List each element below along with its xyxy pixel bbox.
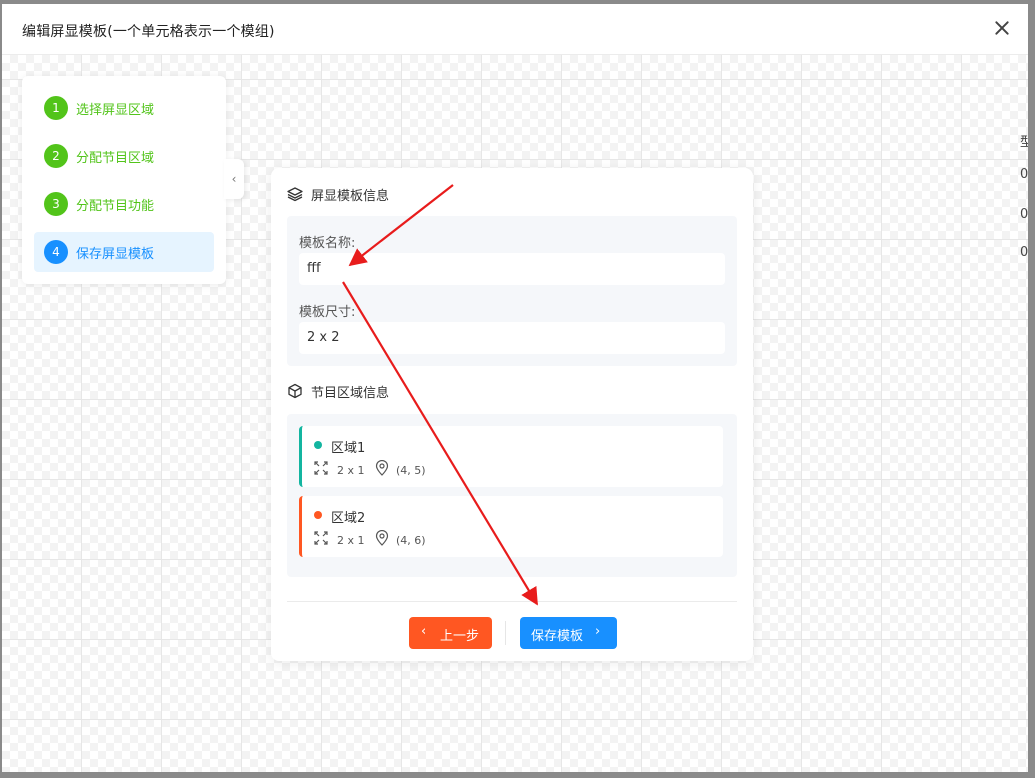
step-label: 分配节目区域	[76, 151, 155, 166]
edge-clipped-text: 0	[1020, 167, 1028, 182]
previous-step-button[interactable]: ‹ 上一步	[409, 617, 492, 649]
step-select-area[interactable]: 1 选择屏显区域	[34, 88, 214, 128]
collapse-steps-button[interactable]: ‹	[224, 159, 244, 199]
dialog-header: 编辑屏显模板(一个单元格表示一个模组)	[2, 4, 1028, 55]
section-title: 屏显模板信息	[311, 189, 390, 204]
edge-clipped-text: 0	[1020, 245, 1028, 260]
region-item: 区域2 2 x 1 (4, 6)	[299, 496, 723, 557]
dialog-title: 编辑屏显模板(一个单元格表示一个模组)	[22, 24, 275, 40]
cube-icon	[288, 383, 302, 399]
close-icon[interactable]	[992, 18, 1012, 38]
steps-panel: 1 选择屏显区域 2 分配节目区域 3 分配节目功能 4 保存屏显模板	[22, 76, 226, 284]
location-pin-icon	[375, 530, 389, 546]
region-position: (4, 6)	[396, 534, 426, 547]
region-list: 区域1 2 x 1 (4, 5) 区域2 2 x 1 (4, 6)	[287, 414, 737, 577]
region-size: 2 x 1	[337, 534, 365, 547]
template-name-label: 模板名称:	[299, 236, 356, 251]
location-pin-icon	[375, 460, 389, 476]
edge-clipped-text: 型	[1020, 135, 1028, 150]
template-size-field: 2 x 2	[299, 322, 725, 354]
step-number: 4	[44, 240, 68, 264]
step-assign-region[interactable]: 2 分配节目区域	[34, 136, 214, 176]
edge-clipped-text: 0	[1020, 207, 1028, 222]
chevron-left-icon: ‹	[231, 172, 237, 186]
step-label: 保存屏显模板	[76, 247, 155, 262]
region-size: 2 x 1	[337, 464, 365, 477]
step-assign-function[interactable]: 3 分配节目功能	[34, 184, 214, 224]
footer-divider	[287, 601, 737, 602]
edit-template-dialog: 编辑屏显模板(一个单元格表示一个模组) 型 0 0 0 1 选择屏显区域 2 分…	[2, 4, 1028, 772]
region-item: 区域1 2 x 1 (4, 5)	[299, 426, 723, 487]
template-size-label: 模板尺寸:	[299, 305, 356, 320]
button-separator	[505, 621, 506, 645]
step-label: 选择屏显区域	[76, 103, 155, 118]
step-label: 分配节目功能	[76, 199, 155, 214]
region-color-dot	[314, 511, 322, 519]
chevron-left-icon: ‹	[421, 624, 427, 639]
region-name: 区域2	[331, 511, 366, 526]
section-title: 节目区域信息	[311, 386, 390, 401]
region-color-dot	[314, 441, 322, 449]
region-name: 区域1	[331, 441, 366, 456]
layers-icon	[287, 187, 303, 202]
region-position: (4, 5)	[396, 464, 426, 477]
template-info-box: 模板名称: fff 模板尺寸: 2 x 2	[287, 216, 737, 366]
step-number: 1	[44, 96, 68, 120]
template-name-field: fff	[299, 253, 725, 285]
step-save-template[interactable]: 4 保存屏显模板	[34, 232, 214, 272]
button-label: 保存模板	[531, 629, 584, 644]
step-number: 3	[44, 192, 68, 216]
template-summary-card: 屏显模板信息 模板名称: fff 模板尺寸: 2 x 2 节目区域信息 区域1 …	[271, 168, 753, 661]
button-label: 上一步	[440, 629, 480, 644]
save-template-button[interactable]: 保存模板 ›	[520, 617, 617, 649]
expand-icon	[314, 531, 328, 545]
step-number: 2	[44, 144, 68, 168]
chevron-right-icon: ›	[595, 624, 601, 639]
expand-icon	[314, 461, 328, 475]
